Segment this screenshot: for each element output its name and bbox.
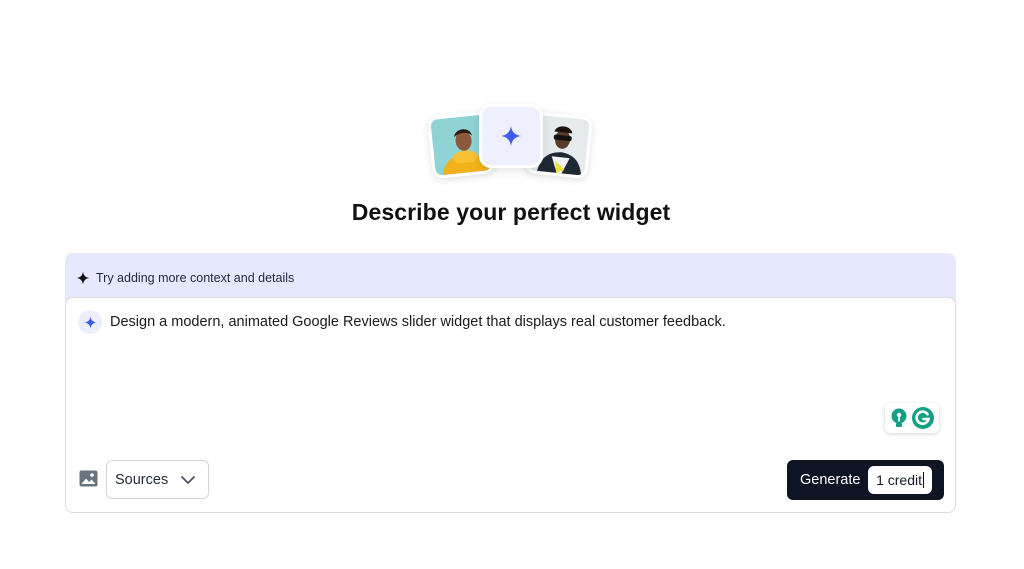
credit-cost-text: 1 credit xyxy=(876,472,922,488)
page-title: Describe your perfect widget xyxy=(351,199,671,225)
chevron-down-icon xyxy=(180,473,196,487)
sources-dropdown[interactable]: Sources xyxy=(106,460,209,499)
hint-text: Try adding more context and details xyxy=(96,271,295,285)
generate-label: Generate xyxy=(800,472,861,488)
sparkle-tile xyxy=(479,104,543,168)
lightbulb-icon[interactable] xyxy=(889,407,909,429)
prompt-editor[interactable]: Design a modern, animated Google Reviews… xyxy=(65,297,956,513)
example-images xyxy=(426,104,594,184)
writing-assistant-widget[interactable] xyxy=(885,403,939,433)
sparkle-icon xyxy=(78,310,102,334)
image-icon[interactable] xyxy=(79,470,99,488)
sparkle-icon xyxy=(500,125,522,147)
widget-generator: Describe your perfect widget Try adding … xyxy=(0,0,1024,569)
hint-banner: Try adding more context and details xyxy=(65,253,956,303)
credit-cost-badge: 1 credit xyxy=(868,466,932,494)
generate-button[interactable]: Generate 1 credit xyxy=(787,460,944,500)
prompt-card: Try adding more context and details Desi… xyxy=(65,253,956,513)
prompt-input[interactable]: Design a modern, animated Google Reviews… xyxy=(110,314,726,330)
sources-label: Sources xyxy=(115,471,169,488)
grammarly-icon[interactable] xyxy=(911,406,935,430)
text-caret xyxy=(923,472,924,488)
sparkle-icon xyxy=(76,271,90,285)
